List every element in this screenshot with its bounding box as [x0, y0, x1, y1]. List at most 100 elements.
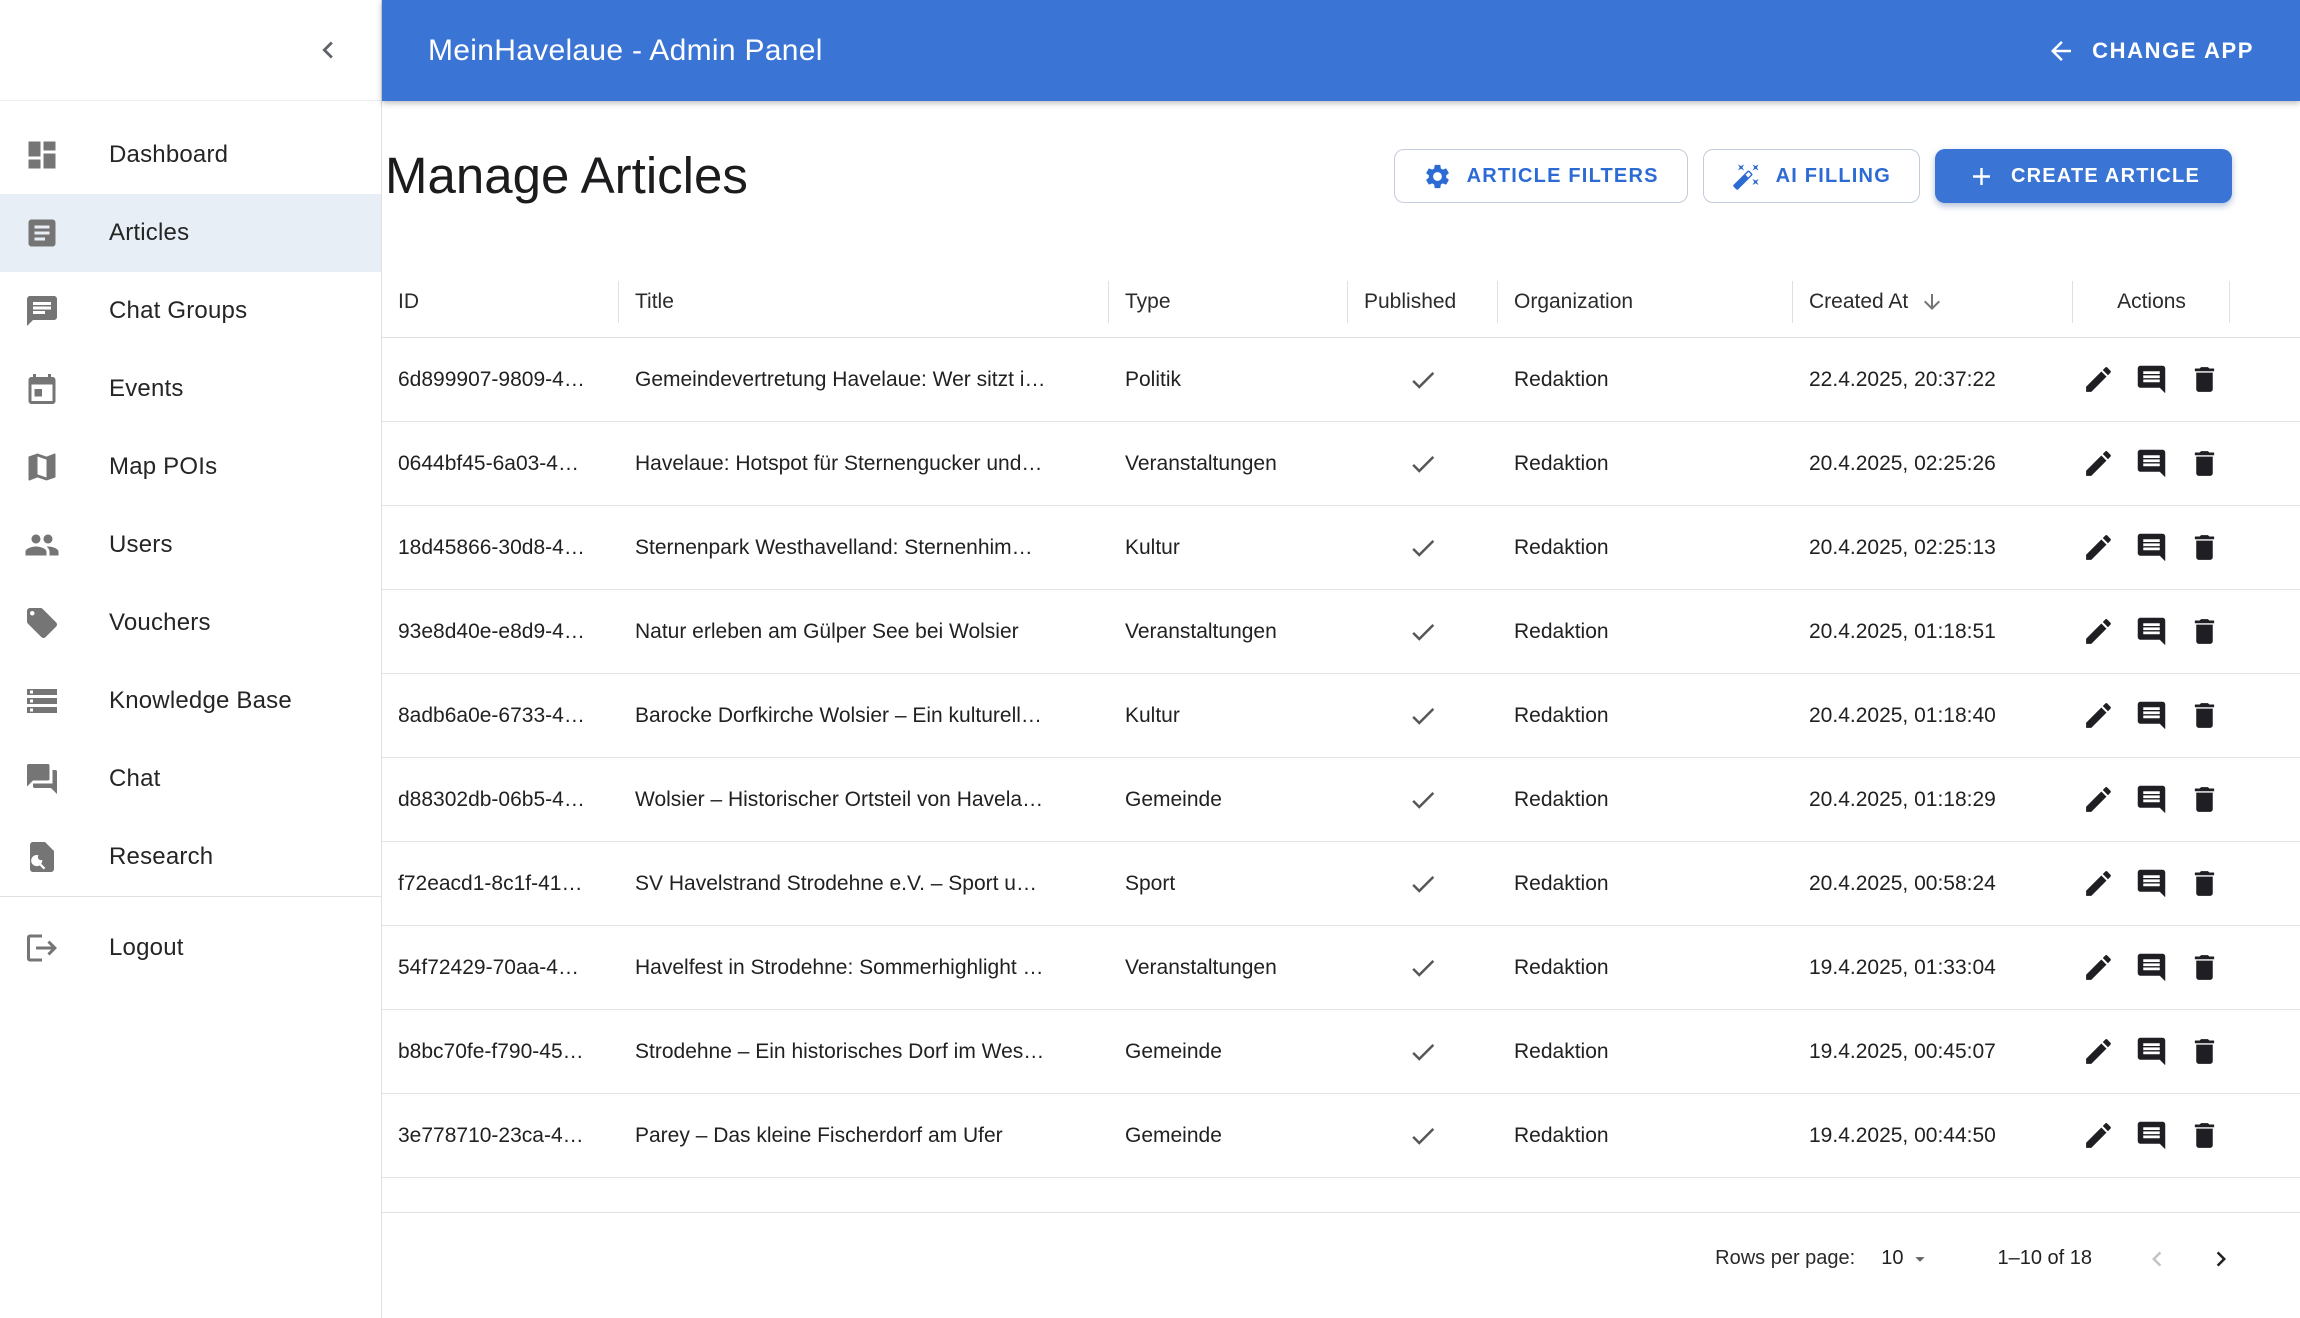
- edit-article-button[interactable]: [2078, 863, 2119, 904]
- cell-created-at: 20.4.2025, 00:58:24: [1809, 871, 1996, 895]
- sidebar-item-articles[interactable]: Articles: [0, 194, 381, 272]
- cell-id: 93e8d40e-e8d9-4…: [398, 619, 585, 643]
- delete-article-button[interactable]: [2184, 947, 2225, 988]
- collapse-sidebar-button[interactable]: [303, 25, 353, 75]
- table-row[interactable]: 3e778710-23ca-4… Parey – Das kleine Fisch…: [382, 1094, 2300, 1178]
- previous-page-button[interactable]: [2134, 1236, 2180, 1282]
- delete-article-button[interactable]: [2184, 527, 2225, 568]
- article-filters-button[interactable]: ARTICLE FILTERS: [1393, 149, 1688, 203]
- edit-article-button[interactable]: [2078, 947, 2119, 988]
- cell-created-at: 19.4.2025, 00:44:50: [1809, 1123, 1996, 1147]
- sidebar-item-map-pois[interactable]: Map POIs: [0, 428, 381, 506]
- delete-article-button[interactable]: [2184, 611, 2225, 652]
- ai-filling-button[interactable]: AI FILLING: [1702, 149, 1920, 203]
- app-title: MeinHavelaue - Admin Panel: [428, 33, 823, 67]
- sidebar-item-vouchers[interactable]: Vouchers: [0, 584, 381, 662]
- cell-created-at: 20.4.2025, 02:25:13: [1809, 535, 1996, 559]
- sidebar-item-events[interactable]: Events: [0, 350, 381, 428]
- delete-article-button[interactable]: [2184, 443, 2225, 484]
- table-row[interactable]: 6d899907-9809-4… Gemeindevertretung Havel…: [382, 338, 2300, 422]
- cell-created-at: 20.4.2025, 02:25:26: [1809, 451, 1996, 475]
- table-row[interactable]: f72eacd1-8c1f-41… SV Havelstrand Strodehn…: [382, 842, 2300, 926]
- comments-button[interactable]: [2131, 1031, 2172, 1072]
- change-app-label: CHANGE APP: [2092, 37, 2254, 63]
- create-article-button[interactable]: CREATE ARTICLE: [1934, 149, 2232, 203]
- cell-organization: Redaktion: [1514, 871, 1609, 895]
- edit-article-button[interactable]: [2078, 443, 2119, 484]
- delete-article-button[interactable]: [2184, 695, 2225, 736]
- edit-article-button[interactable]: [2078, 527, 2119, 568]
- table-row[interactable]: d88302db-06b5-4… Wolsier – Historischer O…: [382, 758, 2300, 842]
- column-header-created-at[interactable]: Created At: [1793, 266, 2073, 337]
- check-icon: [1412, 371, 1435, 389]
- delete-article-button[interactable]: [2184, 779, 2225, 820]
- sidebar-item-chat-groups[interactable]: Chat Groups: [0, 272, 381, 350]
- table-row[interactable]: 8adb6a0e-6733-4… Barocke Dorfkirche Wolsi…: [382, 674, 2300, 758]
- cell-id: 0644bf45-6a03-4…: [398, 451, 579, 475]
- cell-organization: Redaktion: [1514, 619, 1609, 643]
- comment-icon: [2137, 1121, 2166, 1150]
- comments-button[interactable]: [2131, 1115, 2172, 1156]
- sidebar-item-knowledge-base[interactable]: Knowledge Base: [0, 662, 381, 740]
- comments-button[interactable]: [2131, 443, 2172, 484]
- sidebar-item-users[interactable]: Users: [0, 506, 381, 584]
- edit-article-button[interactable]: [2078, 695, 2119, 736]
- sidebar-item-dashboard[interactable]: Dashboard: [0, 116, 381, 194]
- delete-article-button[interactable]: [2184, 863, 2225, 904]
- table-row[interactable]: 54f72429-70aa-4… Havelfest in Strodehne: …: [382, 926, 2300, 1010]
- logout-container: Logout: [0, 909, 381, 987]
- delete-article-button[interactable]: [2184, 1115, 2225, 1156]
- cell-actions: [2073, 1031, 2230, 1072]
- cell-title: Strodehne – Ein historisches Dorf im Wes…: [635, 1039, 1045, 1063]
- cell-title: Natur erleben am Gülper See bei Wolsier: [635, 619, 1019, 643]
- comments-button[interactable]: [2131, 863, 2172, 904]
- column-header-title[interactable]: Title: [619, 266, 1109, 337]
- edit-article-button[interactable]: [2078, 1031, 2119, 1072]
- edit-article-button[interactable]: [2078, 611, 2119, 652]
- sidebar-item-label: Chat: [109, 765, 161, 792]
- comments-button[interactable]: [2131, 611, 2172, 652]
- edit-article-button[interactable]: [2078, 1115, 2119, 1156]
- delete-icon: [2194, 1123, 2215, 1148]
- table-row[interactable]: 18d45866-30d8-4… Sternenpark Westhavellan…: [382, 506, 2300, 590]
- edit-article-button[interactable]: [2078, 359, 2119, 400]
- comments-button[interactable]: [2131, 695, 2172, 736]
- table-row[interactable]: 0644bf45-6a03-4… Havelaue: Hotspot für St…: [382, 422, 2300, 506]
- edit-icon: [2086, 367, 2111, 392]
- delete-article-button[interactable]: [2184, 1031, 2225, 1072]
- sidebar-item-chat[interactable]: Chat: [0, 740, 381, 818]
- cell-type: Gemeinde: [1125, 787, 1222, 811]
- table-row[interactable]: 93e8d40e-e8d9-4… Natur erleben am Gülper …: [382, 590, 2300, 674]
- cell-type: Veranstaltungen: [1125, 619, 1277, 643]
- sidebar-item-logout[interactable]: Logout: [0, 909, 381, 987]
- comments-button[interactable]: [2131, 779, 2172, 820]
- edit-icon: [2086, 787, 2111, 812]
- delete-article-button[interactable]: [2184, 359, 2225, 400]
- delete-icon: [2194, 703, 2215, 728]
- cell-id: f72eacd1-8c1f-41…: [398, 871, 583, 895]
- sidebar-item-research[interactable]: Research: [0, 818, 381, 896]
- edit-icon: [2086, 535, 2111, 560]
- comments-button[interactable]: [2131, 947, 2172, 988]
- table-row[interactable]: b8bc70fe-f790-45… Strodehne – Ein histori…: [382, 1010, 2300, 1094]
- rows-per-page-select[interactable]: 10: [1881, 1247, 1931, 1270]
- cell-type: Gemeinde: [1125, 1039, 1222, 1063]
- column-header-organization[interactable]: Organization: [1498, 266, 1793, 337]
- column-header-id[interactable]: ID: [382, 266, 619, 337]
- next-page-button[interactable]: [2198, 1236, 2244, 1282]
- article-icon: [28, 219, 56, 247]
- change-app-button[interactable]: CHANGE APP: [2046, 36, 2254, 66]
- column-header-published[interactable]: Published: [1348, 266, 1498, 337]
- sidebar-item-label: Users: [109, 531, 173, 558]
- dashboard-icon: [28, 141, 56, 169]
- check-icon: [1412, 791, 1435, 809]
- column-header-type[interactable]: Type: [1109, 266, 1348, 337]
- cell-actions: [2073, 863, 2230, 904]
- sidebar-items-container: Dashboard Articles Chat Groups Events Map PO…: [0, 116, 381, 896]
- edit-article-button[interactable]: [2078, 779, 2119, 820]
- sort-desc-arrow-icon: [1924, 293, 1941, 310]
- comments-button[interactable]: [2131, 359, 2172, 400]
- comments-button[interactable]: [2131, 527, 2172, 568]
- cell-organization: Redaktion: [1514, 535, 1609, 559]
- chevron-left-icon: [322, 41, 333, 59]
